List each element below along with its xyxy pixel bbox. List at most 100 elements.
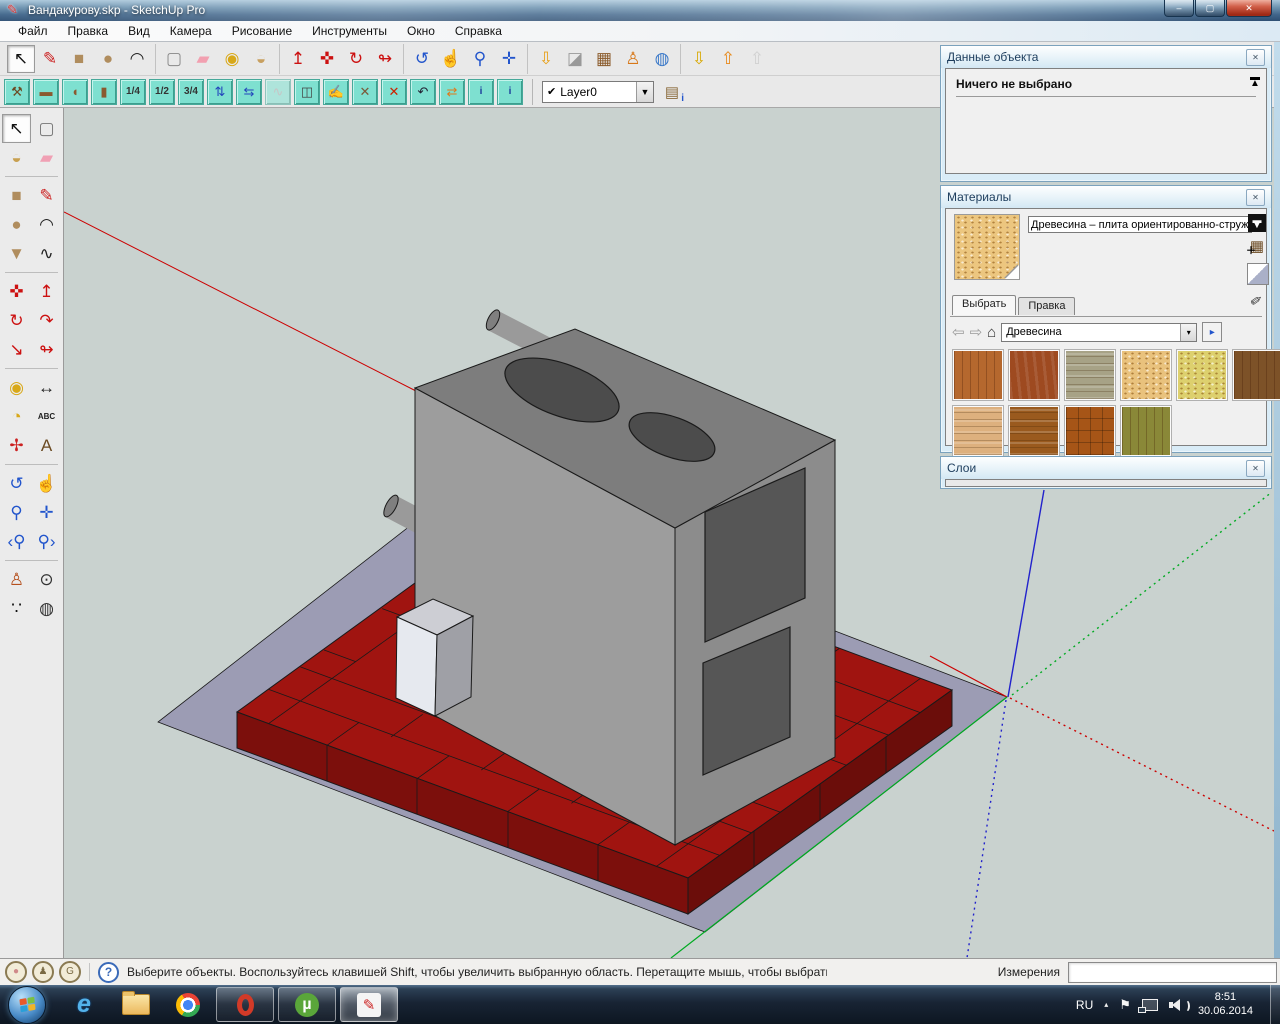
claim-credit-status[interactable]: G (59, 961, 81, 983)
select-tool-button[interactable]: ↖ (2, 114, 31, 143)
match-photo-tool-button[interactable]: ♙ (619, 45, 647, 73)
share-component-tool-button[interactable]: ⇧ (743, 45, 771, 73)
push-pull-tool-button[interactable]: ↥ (284, 45, 312, 73)
chevron-down-icon[interactable]: ▼ (636, 82, 653, 102)
move-tool-button[interactable]: ✜ (313, 45, 341, 73)
tab-select[interactable]: Выбрать (952, 295, 1016, 315)
freehand-tool-button[interactable]: ∿ (32, 239, 61, 268)
geolocation-status[interactable]: ● (5, 961, 27, 983)
brick-half-button[interactable]: 1/2 (149, 79, 175, 105)
position-camera-tool-button[interactable]: ♙ (2, 565, 31, 594)
paint-bucket-tool-button[interactable]: ◒ (2, 143, 31, 172)
scale-tool-button[interactable]: ↘ (2, 335, 31, 364)
material-swatch-wood-bamboo-green[interactable] (1120, 405, 1172, 457)
layers-title-bar[interactable]: Слои ✕ (941, 457, 1271, 479)
measurements-input[interactable] (1068, 962, 1277, 983)
maximize-button[interactable]: ▢ (1195, 0, 1225, 17)
utorrent-taskbar-button[interactable]: µ (278, 987, 336, 1022)
brick-trowel-button[interactable]: ⚒ (4, 79, 30, 105)
arc-tool-button[interactable]: ◠ (123, 45, 151, 73)
eyedropper-icon[interactable]: ✐ (1249, 292, 1264, 311)
menu-item-camera[interactable]: Камера (160, 22, 222, 40)
push-pull-tool-button[interactable]: ↥ (32, 277, 61, 306)
info-help-button[interactable]: i (497, 79, 523, 105)
paint-bucket-tool-button[interactable]: ◒ (247, 45, 275, 73)
credits-status[interactable]: ♟ (32, 961, 54, 983)
info-entity-button[interactable]: i (468, 79, 494, 105)
collapse-toggle-button[interactable]: ▬ ▲ (1250, 75, 1260, 86)
orbit-tool-button[interactable]: ↺ (408, 45, 436, 73)
axes-tool-button[interactable]: ✢ (2, 431, 31, 460)
layer-dropdown[interactable]: ✔Layer0▼ (542, 81, 654, 103)
delete-brick-button[interactable]: ✕ (381, 79, 407, 105)
arc-tool-button[interactable]: ◠ (32, 210, 61, 239)
protractor-tool-button[interactable]: ◔ (2, 402, 31, 431)
small-block[interactable] (396, 599, 473, 716)
tape-measure-tool-button[interactable]: ◉ (2, 373, 31, 402)
secondary-pane-toggle-button[interactable]: ▬ ▼ (1248, 214, 1266, 232)
material-swatch-wood-cherry-vertical[interactable] (952, 349, 1004, 401)
zoom-extents-tool-button[interactable]: ✛ (32, 498, 61, 527)
chrome-taskbar-button[interactable] (168, 988, 208, 1022)
undo-brick-button[interactable]: ↶ (410, 79, 436, 105)
entity-info-close-button[interactable]: ✕ (1246, 49, 1265, 66)
menu-item-help[interactable]: Справка (445, 22, 512, 40)
speaker-icon[interactable] (1169, 999, 1183, 1011)
polygon-tool-button[interactable]: ▼ (2, 239, 31, 268)
move-tool-button[interactable]: ✜ (2, 277, 31, 306)
swap-direction-button[interactable]: ⇄ (439, 79, 465, 105)
action-center-flag-icon[interactable]: ⚑ (1119, 997, 1131, 1013)
rotate-tool-button[interactable]: ↻ (342, 45, 370, 73)
layer-manager-button[interactable]: ▤i (657, 79, 687, 105)
material-name-field[interactable] (1028, 216, 1252, 233)
knife-cross-button[interactable]: ✕ (352, 79, 378, 105)
line-tool-button[interactable]: ✎ (36, 45, 64, 73)
get-models-tool-button[interactable]: ⇩ (685, 45, 713, 73)
make-component-tool-button[interactable]: ▢ (32, 114, 61, 143)
zoom-extents-tool-button[interactable]: ✛ (495, 45, 523, 73)
menu-item-window[interactable]: Окно (397, 22, 445, 40)
rectangle-tool-button[interactable]: ■ (65, 45, 93, 73)
make-component-tool-button[interactable]: ▢ (160, 45, 188, 73)
material-swatch-wood-mahogany[interactable] (1008, 349, 1060, 401)
text-tool-button[interactable]: ABC (32, 402, 61, 431)
zoom-tool-button[interactable]: ⚲ (466, 45, 494, 73)
minimize-button[interactable]: – (1164, 0, 1194, 17)
material-swatch-wood-mixed-strips[interactable] (1008, 405, 1060, 457)
eraser-tool-button[interactable]: ▰ (32, 143, 61, 172)
walk-tool-button[interactable]: ∵ (2, 594, 31, 623)
material-swatch-wood-walnut-planks[interactable] (1232, 349, 1280, 401)
photo-textures-tool-button[interactable]: ▦ (590, 45, 618, 73)
pan-tool-button[interactable]: ☝ (437, 45, 465, 73)
hidden-icons-caret[interactable]: ▴ (1104, 1000, 1108, 1009)
align-vertical-button[interactable]: ⇅ (207, 79, 233, 105)
brick-upright-button[interactable]: ▮ (91, 79, 117, 105)
help-icon[interactable]: ? (98, 962, 119, 983)
create-material-button[interactable]: ▦ ＋ (1248, 237, 1266, 255)
start-button[interactable] (8, 986, 46, 1024)
share-model-tool-button[interactable]: ⇧ (714, 45, 742, 73)
default-material-button[interactable] (1247, 263, 1269, 285)
zoom-previous-tool-button[interactable]: ‹⚲ (2, 527, 31, 556)
close-button[interactable]: ✕ (1226, 0, 1272, 17)
material-swatch-wood-parquet[interactable] (1064, 405, 1116, 457)
dimension-tool-button[interactable]: ↔ (32, 373, 61, 402)
opera-taskbar-button[interactable] (216, 987, 274, 1022)
orbit-tool-button[interactable]: ↺ (2, 469, 31, 498)
align-horizontal-button[interactable]: ⇆ (236, 79, 262, 105)
section-plane-tool-button[interactable]: ◍ (32, 594, 61, 623)
toggle-terrain-tool-button[interactable]: ◪ (561, 45, 589, 73)
follow-me-tool-button[interactable]: ↷ (32, 306, 61, 335)
circle-tool-button[interactable]: ● (2, 210, 31, 239)
line-tool-button[interactable]: ✎ (32, 181, 61, 210)
offset-tool-button[interactable]: ↬ (371, 45, 399, 73)
google-earth-tool-button[interactable]: ◍ (648, 45, 676, 73)
sketchup-taskbar-button[interactable]: ✎ (340, 987, 398, 1022)
eraser-tool-button[interactable]: ▰ (189, 45, 217, 73)
rectangle-tool-button[interactable]: ■ (2, 181, 31, 210)
language-indicator[interactable]: RU (1076, 998, 1093, 1012)
brick-quarter-button[interactable]: 1/4 (120, 79, 146, 105)
menu-item-file[interactable]: Файл (8, 22, 58, 40)
chevron-down-icon[interactable]: ▾ (1180, 324, 1196, 341)
block-front-face[interactable] (396, 617, 437, 716)
